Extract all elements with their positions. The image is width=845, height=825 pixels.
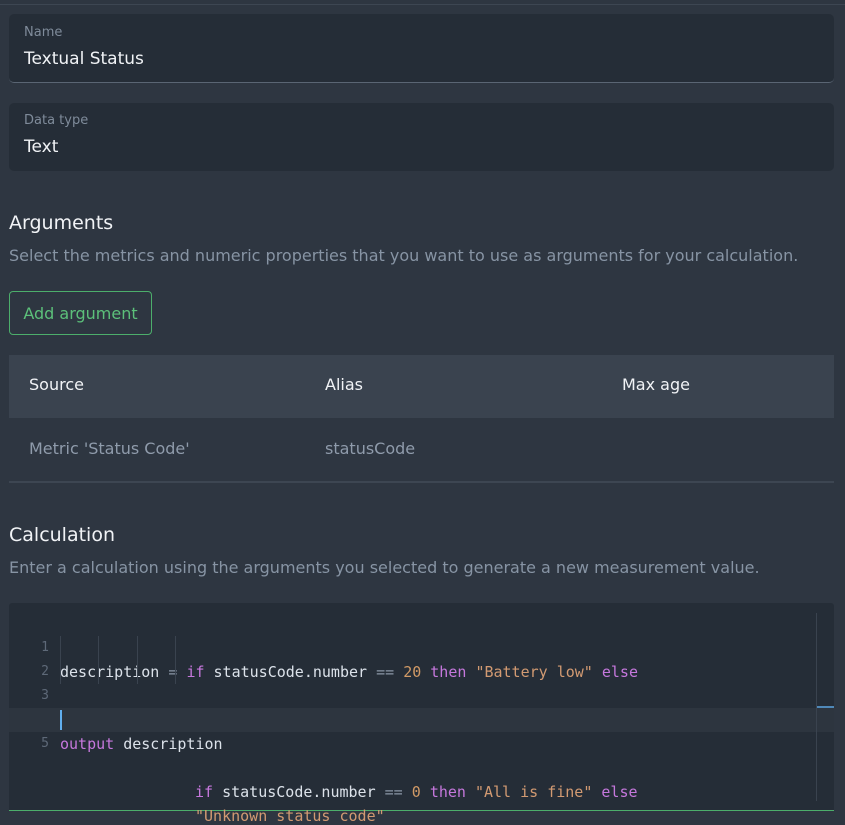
code-editor[interactable]: 1 description = if statusCode.number == … bbox=[9, 603, 834, 825]
indent-guide bbox=[137, 636, 138, 660]
code-text: output description bbox=[60, 732, 223, 756]
indent-guide bbox=[60, 636, 61, 660]
code-line: 4 output description bbox=[9, 684, 834, 753]
column-header-alias: Alias bbox=[325, 375, 363, 394]
code-text: "Unknown status code" bbox=[195, 804, 385, 825]
name-field[interactable]: Name Textual Status bbox=[9, 14, 834, 83]
line-number: 5 bbox=[41, 736, 49, 751]
arguments-description: Select the metrics and numeric propertie… bbox=[9, 246, 799, 265]
code-line: 1 description = if statusCode.number == … bbox=[9, 612, 834, 681]
column-header-source: Source bbox=[29, 375, 84, 394]
code-token: "Unknown status code" bbox=[195, 807, 385, 825]
arguments-title: Arguments bbox=[9, 212, 114, 234]
code-token: "All is fine" bbox=[474, 783, 593, 801]
indent-guide bbox=[175, 660, 176, 684]
code-line: 3 "Unknown status code" bbox=[9, 660, 834, 825]
indent-guide bbox=[137, 660, 138, 684]
cell-source: Metric 'Status Code' bbox=[29, 439, 190, 458]
table-header: Source Alias Max age bbox=[9, 355, 834, 418]
code-token: statusCode.number bbox=[213, 783, 385, 801]
data-type-field[interactable]: Data type Text bbox=[9, 103, 834, 171]
table-row[interactable]: Metric 'Status Code' statusCode bbox=[9, 418, 834, 483]
code-line-active: 5 bbox=[9, 708, 834, 751]
code-token: 0 bbox=[411, 783, 421, 801]
code-token: if bbox=[195, 783, 214, 801]
name-field-label: Name bbox=[24, 25, 63, 40]
data-type-value[interactable]: Text bbox=[24, 137, 58, 157]
code-token: output bbox=[60, 735, 115, 753]
text-cursor bbox=[60, 710, 62, 730]
indent-guide bbox=[98, 636, 99, 660]
scrollbar-position-marker bbox=[817, 706, 834, 708]
code-token: else bbox=[601, 783, 638, 801]
indent-guide bbox=[60, 660, 61, 684]
arguments-table: Source Alias Max age Metric 'Status Code… bbox=[9, 355, 834, 483]
code-line: 2 if statusCode.number == 0 then "All is… bbox=[9, 636, 834, 801]
add-argument-button[interactable]: Add argument bbox=[9, 291, 152, 335]
code-text: if statusCode.number == 0 then "All is f… bbox=[195, 780, 638, 804]
data-type-label: Data type bbox=[24, 113, 89, 128]
column-header-max-age: Max age bbox=[622, 375, 690, 394]
code-token: then bbox=[429, 783, 466, 801]
indent-guide bbox=[98, 660, 99, 684]
name-field-value[interactable]: Textual Status bbox=[24, 49, 144, 69]
indent-guide bbox=[175, 636, 176, 660]
code-token: description bbox=[114, 735, 223, 753]
code-token: == bbox=[384, 783, 403, 801]
cell-alias: statusCode bbox=[325, 439, 416, 458]
calculation-description: Enter a calculation using the arguments … bbox=[9, 558, 760, 577]
top-divider bbox=[0, 4, 845, 5]
calculation-title: Calculation bbox=[9, 524, 115, 546]
